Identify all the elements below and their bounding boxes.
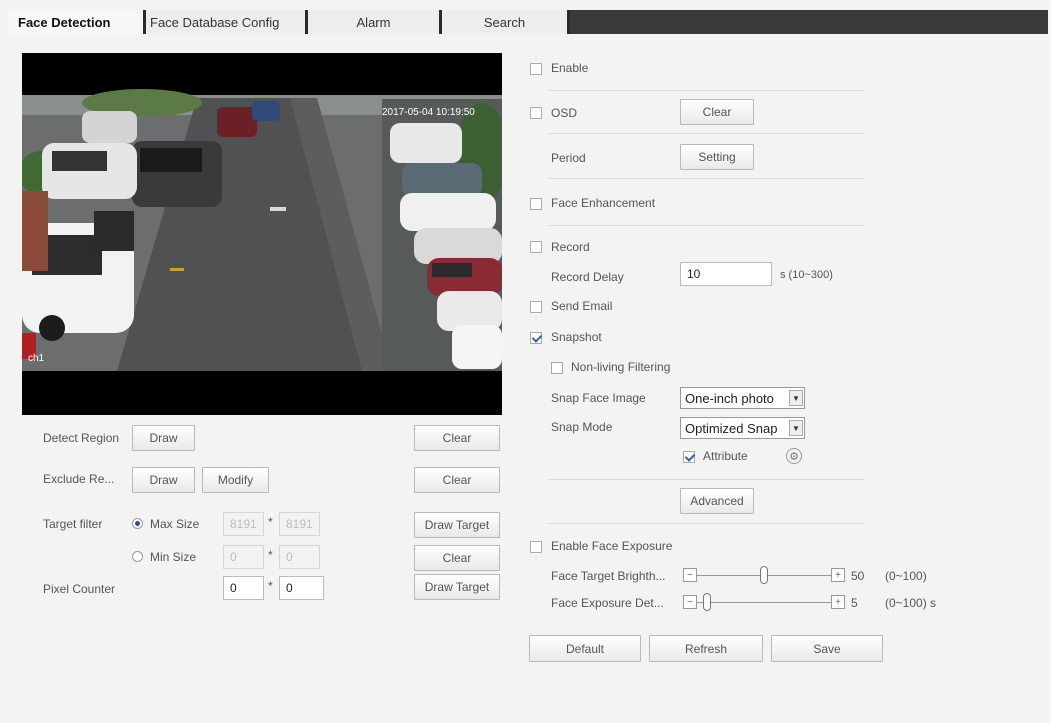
divider (548, 225, 865, 226)
chevron-down-icon[interactable]: ▼ (789, 390, 803, 406)
tab-bar: Face Detection Face Database Config Alar… (8, 10, 1048, 34)
snap-mode-select[interactable]: Optimized Snap ▼ (680, 417, 805, 439)
snap-mode-label: Snap Mode (551, 420, 613, 434)
divider (548, 523, 865, 524)
max-size-height-input[interactable]: 8191 (279, 512, 320, 536)
max-size-radio[interactable] (132, 518, 143, 529)
minus-icon[interactable]: − (683, 568, 697, 582)
record-checkbox[interactable] (530, 241, 542, 253)
record-label: Record (551, 240, 590, 254)
divider (548, 178, 865, 179)
max-size-width-input[interactable]: 8191 (223, 512, 264, 536)
nonliving-filtering-label: Non-living Filtering (571, 360, 671, 374)
face-target-brightness-thumb[interactable] (760, 566, 768, 584)
attribute-label: Attribute (703, 449, 748, 463)
max-size-label: Max Size (150, 517, 200, 531)
face-enhancement-checkbox[interactable] (530, 198, 542, 210)
face-target-brightness-value: 50 (851, 569, 865, 583)
exclude-region-label: Exclude Re... (43, 472, 115, 486)
osd-clear-button[interactable]: Clear (680, 99, 754, 125)
video-channel-label: ch1 (28, 353, 45, 364)
enable-label: Enable (551, 61, 589, 75)
pixel-counter-width-input[interactable]: 0 (223, 576, 264, 600)
osd-label: OSD (551, 106, 578, 120)
face-exposure-detect-thumb[interactable] (703, 593, 712, 611)
detect-region-draw-button[interactable]: Draw (132, 425, 195, 451)
min-size-label: Min Size (150, 550, 197, 564)
record-delay-label: Record Delay (551, 270, 624, 284)
enable-face-exposure-checkbox[interactable] (530, 541, 542, 553)
tab-face-detection[interactable]: Face Detection (8, 10, 146, 34)
min-size-separator: * (268, 548, 273, 562)
gear-icon[interactable]: ⚙ (786, 448, 802, 464)
snap-face-image-label: Snap Face Image (551, 391, 646, 405)
divider (548, 90, 865, 91)
record-delay-input[interactable]: 10 (680, 262, 772, 286)
snapshot-label: Snapshot (551, 330, 602, 344)
send-email-label: Send Email (551, 299, 613, 313)
tab-search[interactable]: Search (442, 10, 570, 34)
divider (548, 133, 865, 134)
record-delay-range: s (10~300) (780, 269, 833, 281)
pixel-counter-separator: * (268, 579, 273, 593)
plus-icon[interactable]: + (831, 568, 845, 582)
face-target-brightness-label: Face Target Brighth... (551, 569, 666, 583)
face-exposure-detect-range: (0~100) s (885, 596, 937, 610)
snap-mode-value: Optimized Snap (685, 420, 778, 436)
min-size-radio[interactable] (132, 551, 143, 562)
min-size-width-input[interactable]: 0 (223, 545, 264, 569)
video-preview[interactable]: 2017-05-04 10:19:50 ch1 (22, 53, 502, 415)
exclude-region-modify-button[interactable]: Modify (202, 467, 269, 493)
enable-face-exposure-label: Enable Face Exposure (551, 539, 673, 553)
pixel-counter-draw-target-button[interactable]: Draw Target (414, 574, 500, 600)
exclude-region-clear-button[interactable]: Clear (414, 467, 500, 493)
tab-face-database-config[interactable]: Face Database Config (146, 10, 308, 34)
pixel-counter-height-input[interactable]: 0 (279, 576, 324, 600)
pixel-counter-label: Pixel Counter (43, 582, 116, 596)
osd-checkbox[interactable] (530, 107, 542, 119)
face-enhancement-label: Face Enhancement (551, 196, 656, 210)
face-exposure-detect-value: 5 (851, 596, 858, 610)
detect-region-clear-button[interactable]: Clear (414, 425, 500, 451)
detect-region-label: Detect Region (43, 431, 120, 445)
enable-checkbox[interactable] (530, 63, 542, 75)
refresh-button[interactable]: Refresh (649, 635, 763, 662)
attribute-checkbox[interactable] (683, 451, 695, 463)
video-timestamp: 2017-05-04 10:19:50 (382, 107, 475, 118)
snapshot-checkbox[interactable] (530, 332, 542, 344)
face-target-brightness-range: (0~100) (885, 569, 927, 583)
target-filter-label: Target filter (43, 517, 103, 531)
min-size-height-input[interactable]: 0 (279, 545, 320, 569)
min-size-clear-button[interactable]: Clear (414, 545, 500, 571)
save-button[interactable]: Save (771, 635, 883, 662)
advanced-button[interactable]: Advanced (680, 488, 754, 514)
period-setting-button[interactable]: Setting (680, 144, 754, 170)
chevron-down-icon[interactable]: ▼ (789, 420, 803, 436)
snap-face-image-value: One-inch photo (685, 390, 774, 406)
max-size-separator: * (268, 515, 273, 529)
face-exposure-detect-label: Face Exposure Det... (551, 596, 664, 610)
tab-alarm[interactable]: Alarm (308, 10, 442, 34)
divider (548, 479, 865, 480)
plus-icon[interactable]: + (831, 595, 845, 609)
send-email-checkbox[interactable] (530, 301, 542, 313)
period-label: Period (551, 151, 586, 165)
nonliving-filtering-checkbox[interactable] (551, 362, 563, 374)
default-button[interactable]: Default (529, 635, 641, 662)
snap-face-image-select[interactable]: One-inch photo ▼ (680, 387, 805, 409)
minus-icon[interactable]: − (683, 595, 697, 609)
face-exposure-detect-track[interactable] (697, 602, 831, 603)
exclude-region-draw-button[interactable]: Draw (132, 467, 195, 493)
max-size-draw-target-button[interactable]: Draw Target (414, 512, 500, 538)
